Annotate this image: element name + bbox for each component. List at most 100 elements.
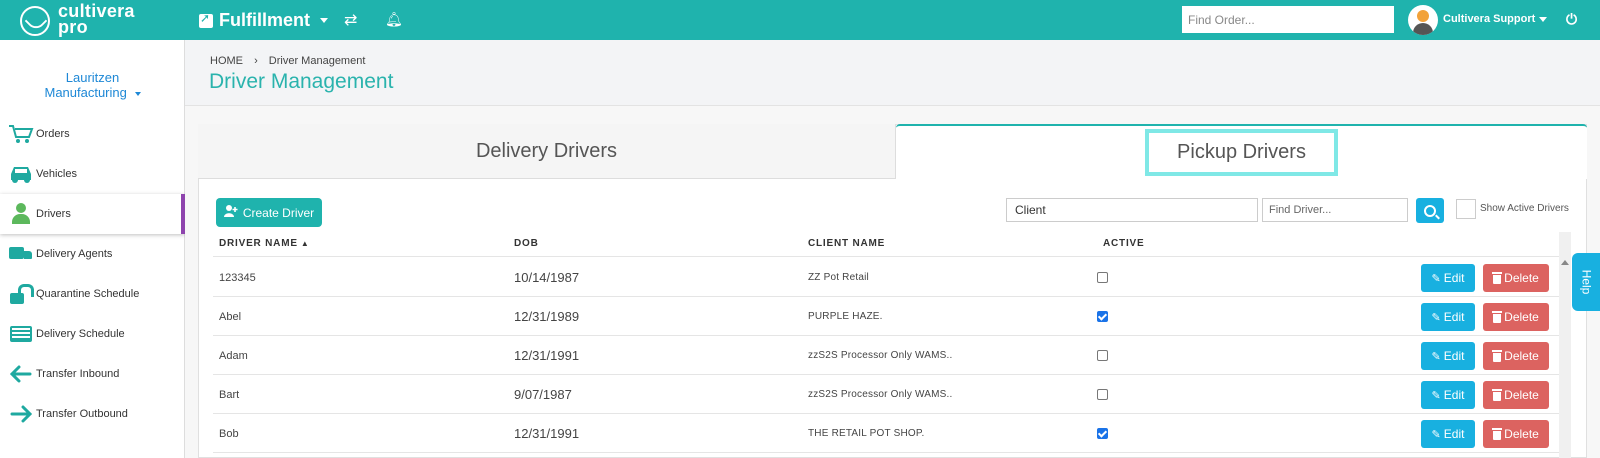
external-link-icon [199,11,213,28]
sidebar-item-label: Orders [36,128,70,140]
help-label: Help [1579,269,1593,295]
delete-button[interactable]: Delete [1483,342,1549,370]
swap-icon[interactable]: ⇄ [344,10,357,30]
tab-delivery-drivers[interactable]: Delivery Drivers [198,124,896,179]
find-driver-input[interactable] [1262,198,1408,222]
delete-button[interactable]: Delete [1483,264,1549,292]
active-checkbox[interactable] [1097,350,1108,361]
create-driver-label: Create Driver [242,205,315,220]
unlock-icon [7,282,35,306]
table-row: Bart 9/07/1987 zzS2S Processor Only WAMS..… [213,375,1565,414]
active-checkbox[interactable] [1097,272,1108,283]
edit-label: Edit [1443,271,1465,285]
client-name-cell: zzS2S Processor Only WAMS.. [808,389,953,400]
add-user-icon [223,205,238,220]
table-row: 123345 10/14/1987 ZZ Pot Retail ✎ Edit Delete [213,258,1565,297]
edit-icon: ✎ [1431,389,1441,402]
column-header-dob[interactable]: DOB [514,238,539,249]
client-name-cell: ZZ Pot Retail [808,272,869,283]
car-icon [7,162,35,186]
sidebar-item-transfer-outbound[interactable]: Transfer Outbound [0,394,185,434]
edit-button[interactable]: ✎ Edit [1421,420,1475,448]
search-icon [1424,204,1436,217]
client-filter-input[interactable] [1006,198,1258,222]
sort-ascending-icon: ▲ [300,239,310,248]
company-selector[interactable]: Lauritzen Manufacturing [0,70,185,100]
trash-icon [1492,388,1503,401]
sidebar-item-drivers[interactable]: Drivers [0,194,185,234]
delete-button[interactable]: Delete [1483,420,1549,448]
cultivera-logo[interactable]: cultivera pro [20,2,160,37]
user-avatar[interactable] [1408,5,1438,35]
sidebar-item-label: Drivers [36,208,71,220]
sidebar-item-vehicles[interactable]: Vehicles [0,154,185,194]
edit-icon: ✎ [1431,272,1441,285]
active-cell [1097,336,1108,375]
create-driver-button[interactable]: Create Driver [216,198,322,227]
user-menu[interactable]: Cultivera Support [1443,13,1548,25]
person-icon [7,202,35,226]
breadcrumb-current: Driver Management [268,55,366,67]
chevron-down-icon [134,91,141,96]
edit-button[interactable]: ✎ Edit [1421,264,1475,292]
bell-icon[interactable]: 🔔︎ [385,11,403,28]
active-checkbox[interactable] [1097,389,1108,400]
column-header-driver-name[interactable]: DRIVER NAME ▲ [219,238,310,249]
edit-button[interactable]: ✎ Edit [1421,342,1475,370]
delete-button[interactable]: Delete [1483,381,1549,409]
active-checkbox[interactable] [1097,311,1108,322]
driver-name-cell: Abel [219,310,242,323]
search-button[interactable] [1416,198,1444,223]
module-selector[interactable]: Fulfillment [199,10,328,31]
column-header-client-name[interactable]: CLIENT NAME [808,238,885,249]
sidebar-item-delivery-schedule[interactable]: Delivery Schedule [0,314,185,354]
delete-label: Delete [1504,427,1539,441]
table-scrollbar[interactable] [1559,232,1571,458]
chevron-down-icon [1539,16,1548,22]
active-cell [1097,297,1108,336]
edit-icon: ✎ [1431,428,1441,441]
driver-name-cell: 123345 [219,271,256,284]
power-icon[interactable]: ⏻ [1566,11,1577,28]
show-active-checkbox[interactable] [1456,199,1476,219]
column-header-active[interactable]: ACTIVE [1103,238,1144,249]
table-row: Adam 12/31/1991 zzS2S Processor Only WAMS.… [213,336,1565,375]
sidebar-item-quarantine-schedule[interactable]: Quarantine Schedule [0,274,185,314]
table-row: Abel 12/31/1989 PURPLE HAZE. ✎ Edit Delete [213,297,1565,336]
sidebar-item-orders[interactable]: Orders [0,114,185,154]
dob-cell: 12/31/1991 [514,426,580,441]
edit-button[interactable]: ✎ Edit [1421,381,1475,409]
delete-label: Delete [1504,310,1539,324]
sidebar-item-label: Transfer Inbound [36,368,120,380]
breadcrumb-home[interactable]: HOME [210,55,243,67]
top-bar: cultivera pro Fulfillment ⇄ 🔔︎ Cultivera… [0,0,1600,40]
company-name-line2: Manufacturing [44,85,127,100]
truck-icon [7,242,35,266]
sidebar-item-delivery-agents[interactable]: Delivery Agents [0,234,185,274]
column-header-label: DOB [514,238,539,249]
active-cell [1097,258,1108,297]
delete-label: Delete [1504,271,1539,285]
active-cell [1097,414,1108,453]
breadcrumb-separator: › [254,55,258,67]
find-order-input[interactable] [1182,6,1394,33]
trash-icon [1492,271,1503,284]
help-button[interactable]: Help [1572,253,1600,311]
scroll-up-icon[interactable] [1561,260,1569,265]
dob-cell: 9/07/1987 [514,387,572,402]
column-header-label: ACTIVE [1103,238,1145,249]
active-checkbox[interactable] [1097,428,1108,439]
company-name-line1: Lauritzen [65,70,120,85]
delete-button[interactable]: Delete [1483,303,1549,331]
list-icon [7,322,35,346]
trash-icon [1492,427,1503,440]
edit-icon: ✎ [1431,350,1441,363]
column-header-label: CLIENT NAME [808,238,886,249]
trash-icon [1492,349,1503,362]
page-title: Driver Management [209,70,394,93]
sidebar-item-transfer-inbound[interactable]: Transfer Inbound [0,354,185,394]
edit-button[interactable]: ✎ Edit [1421,303,1475,331]
tab-pickup-drivers[interactable]: Pickup Drivers [896,124,1587,179]
logo-text: cultivera pro [58,2,135,36]
sidebar-item-label: Transfer Outbound [36,408,128,420]
